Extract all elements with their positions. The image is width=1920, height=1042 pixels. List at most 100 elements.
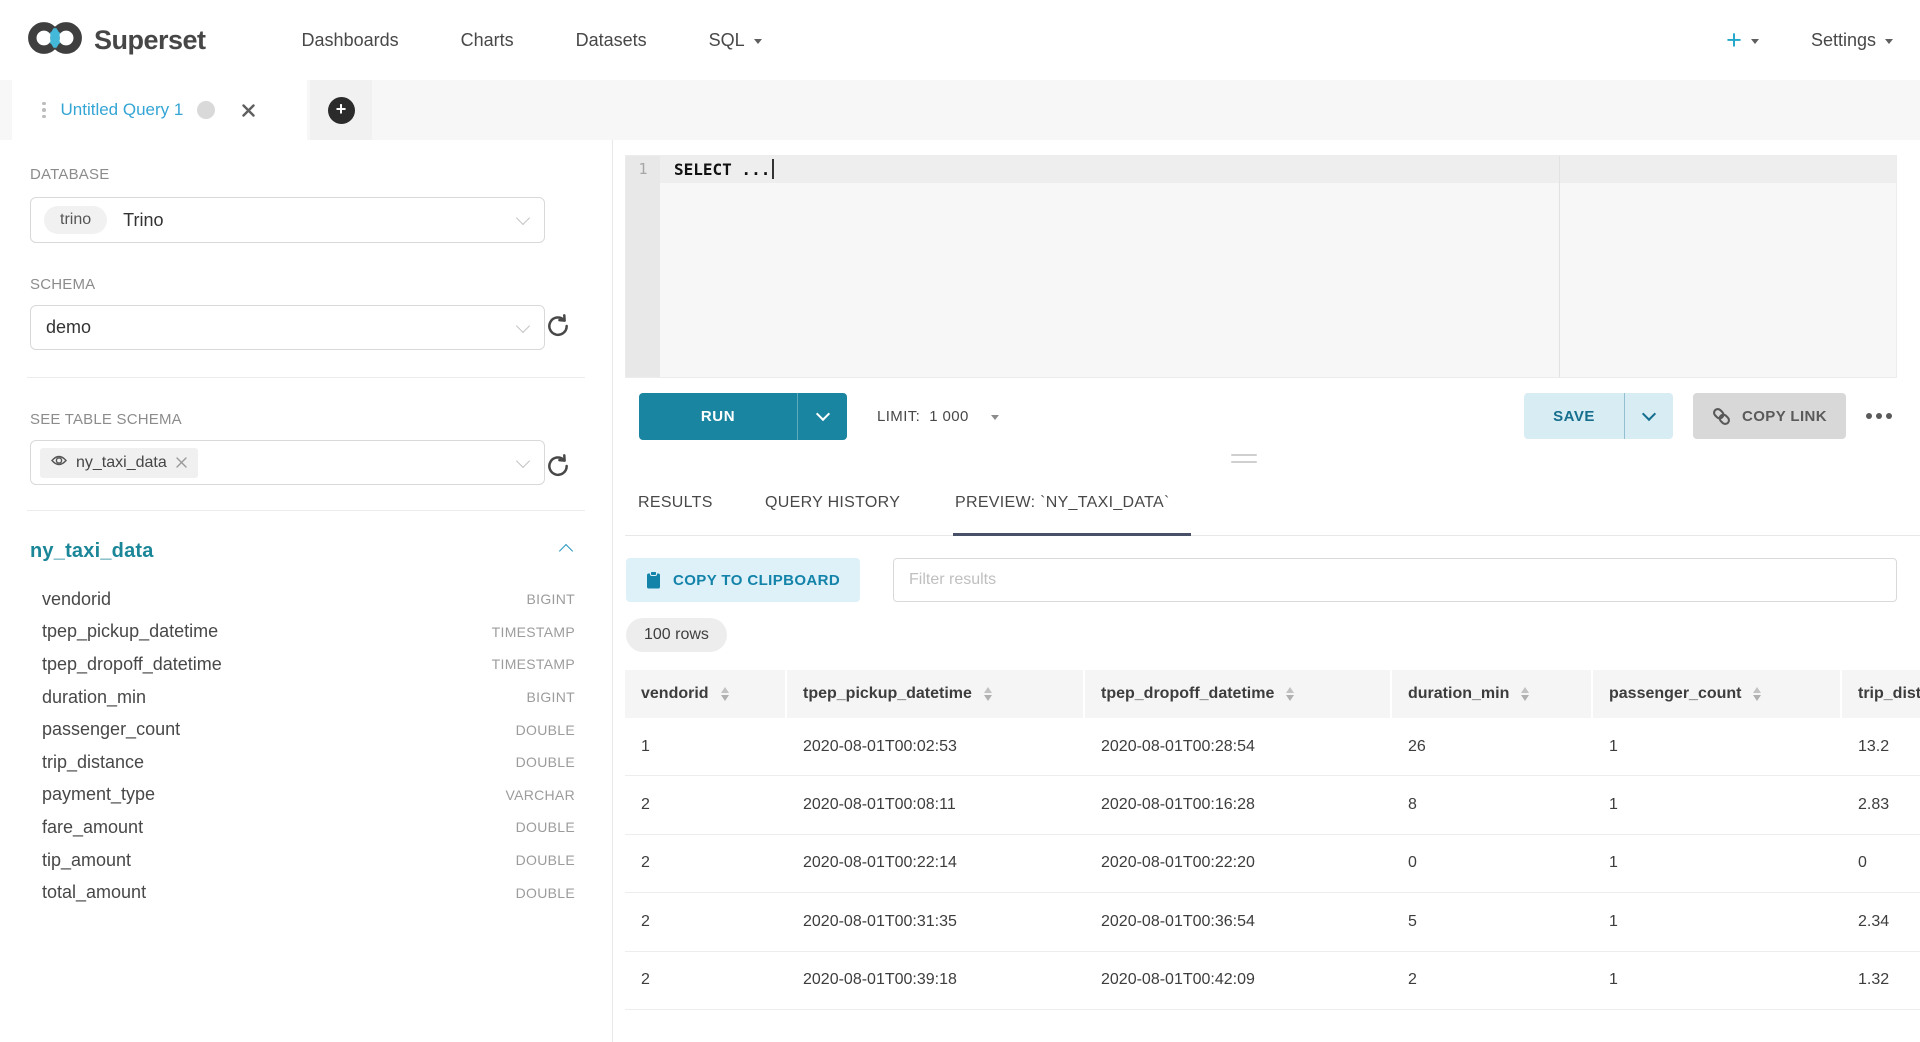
table-row: 1 2020-08-01T00:02:53 2020-08-01T00:28:5… xyxy=(625,718,1920,776)
table-cell: 1 xyxy=(625,718,787,775)
table-schema-title[interactable]: ny_taxi_data xyxy=(30,540,154,563)
table-cell: 1 xyxy=(1593,835,1842,892)
column-item[interactable]: passenger_count DOUBLE xyxy=(0,713,613,746)
column-item[interactable]: vendorid BIGINT xyxy=(0,583,613,616)
column-item[interactable]: fare_amount DOUBLE xyxy=(0,811,613,844)
save-options-button[interactable] xyxy=(1624,393,1673,439)
nav-sql[interactable]: SQL xyxy=(709,30,762,51)
database-select[interactable]: trino Trino xyxy=(30,197,545,243)
table-tag: ny_taxi_data xyxy=(40,448,198,478)
editor-toolbar: RUN LIMIT: 1 000 SAVE COPY LINK xyxy=(625,392,1897,440)
column-header[interactable]: tpep_dropoff_datetime xyxy=(1085,670,1392,718)
sql-editor-pane: 1 SELECT ... RUN LIMIT: 1 000 SAVE xyxy=(613,140,1920,1042)
sort-icon[interactable] xyxy=(1521,687,1529,702)
superset-logo[interactable]: Superset xyxy=(26,19,206,62)
nav-charts[interactable]: Charts xyxy=(461,30,514,51)
nav-dashboards[interactable]: Dashboards xyxy=(302,30,399,51)
filter-results-input[interactable] xyxy=(893,558,1897,602)
limit-value: 1 000 xyxy=(929,408,969,425)
table-cell: 2020-08-01T00:08:11 xyxy=(787,776,1085,833)
table-cell: 13.2 xyxy=(1842,718,1920,775)
tab-untitled-query[interactable]: Untitled Query 1 xyxy=(12,80,307,140)
tab-results[interactable]: RESULTS xyxy=(638,470,713,536)
column-header[interactable]: passenger_count xyxy=(1593,670,1842,718)
column-header[interactable]: duration_min xyxy=(1392,670,1593,718)
column-item[interactable]: duration_min BIGINT xyxy=(0,681,613,714)
chevron-down-icon xyxy=(516,318,530,332)
save-button[interactable]: SAVE xyxy=(1524,393,1624,439)
settings-menu[interactable]: Settings xyxy=(1811,30,1893,51)
close-icon[interactable] xyxy=(241,103,256,118)
table-cell: 2020-08-01T00:22:20 xyxy=(1085,835,1392,892)
table-cell: 1.32 xyxy=(1842,952,1920,1009)
table-cell: 1 xyxy=(1593,952,1842,1009)
grid-header-row: vendorid tpep_pickup_datetime tpep_dropo… xyxy=(625,670,1920,718)
refresh-table-icon[interactable] xyxy=(543,451,573,481)
copy-link-button[interactable]: COPY LINK xyxy=(1693,393,1846,439)
table-cell: 8 xyxy=(1392,776,1593,833)
tab-drag-handle-icon[interactable] xyxy=(42,102,46,119)
sort-icon[interactable] xyxy=(721,687,729,702)
link-icon xyxy=(1712,407,1731,426)
pane-resize-handle[interactable] xyxy=(1231,454,1257,463)
remove-table-icon[interactable] xyxy=(176,457,187,468)
column-item[interactable]: tip_amount DOUBLE xyxy=(0,844,613,877)
query-tab-strip: Untitled Query 1 + xyxy=(0,80,1920,140)
top-navbar: Superset Dashboards Charts Datasets SQL … xyxy=(0,0,1920,80)
database-value: Trino xyxy=(123,210,163,231)
chevron-down-icon xyxy=(516,453,530,467)
results-actions-row: COPY TO CLIPBOARD xyxy=(625,558,1910,602)
limit-dropdown[interactable]: LIMIT: 1 000 xyxy=(877,408,999,425)
table-schema-label: SEE TABLE SCHEMA xyxy=(30,411,182,428)
nav-right: + Settings xyxy=(1726,25,1920,56)
nav-datasets[interactable]: Datasets xyxy=(576,30,647,51)
column-item[interactable]: tpep_dropoff_datetime TIMESTAMP xyxy=(0,648,613,681)
caret-down-icon xyxy=(754,39,762,44)
column-header[interactable]: vendorid xyxy=(625,670,787,718)
refresh-schema-icon[interactable] xyxy=(543,311,573,341)
new-item-button[interactable]: + xyxy=(1726,25,1759,56)
table-cell: 0 xyxy=(1842,835,1920,892)
toolbar-right: SAVE COPY LINK xyxy=(1524,393,1897,439)
column-item[interactable]: tpep_pickup_datetime TIMESTAMP xyxy=(0,616,613,649)
table-cell: 2020-08-01T00:39:18 xyxy=(787,952,1085,1009)
tab-query-history[interactable]: QUERY HISTORY xyxy=(765,470,900,536)
column-item[interactable]: payment_type VARCHAR xyxy=(0,779,613,812)
run-options-button[interactable] xyxy=(797,393,847,440)
table-cell: 5 xyxy=(1392,893,1593,950)
add-query-tab-button[interactable]: + xyxy=(310,80,372,140)
print-margin-line xyxy=(1559,156,1560,377)
sort-icon[interactable] xyxy=(1753,687,1761,702)
active-tab-underline xyxy=(953,533,1191,536)
table-cell: 26 xyxy=(1392,718,1593,775)
table-tag-value: ny_taxi_data xyxy=(76,454,167,472)
table-cell: 2 xyxy=(625,893,787,950)
tab-preview-table[interactable]: PREVIEW: `NY_TAXI_DATA` xyxy=(955,470,1170,536)
column-item[interactable]: trip_distance DOUBLE xyxy=(0,746,613,779)
table-cell: 1 xyxy=(1593,718,1842,775)
caret-down-icon xyxy=(1885,39,1893,44)
more-options-icon[interactable] xyxy=(1862,407,1896,425)
save-button-group: SAVE xyxy=(1524,393,1673,439)
sql-code-editor[interactable]: 1 SELECT ... xyxy=(625,155,1897,378)
table-cell: 2 xyxy=(625,952,787,1009)
chevron-up-icon[interactable] xyxy=(553,540,579,566)
eye-icon xyxy=(51,454,67,472)
sort-icon[interactable] xyxy=(984,687,992,702)
run-button[interactable]: RUN xyxy=(639,393,797,440)
table-cell: 2020-08-01T00:31:35 xyxy=(787,893,1085,950)
caret-down-icon xyxy=(991,415,999,420)
column-header[interactable]: trip_distance xyxy=(1842,670,1920,718)
superset-logo-icon xyxy=(26,19,84,62)
column-item[interactable]: total_amount DOUBLE xyxy=(0,876,613,909)
column-header[interactable]: tpep_pickup_datetime xyxy=(787,670,1085,718)
table-schema-panel-header: ny_taxi_data xyxy=(0,540,613,570)
copy-to-clipboard-button[interactable]: COPY TO CLIPBOARD xyxy=(626,558,860,602)
limit-label: LIMIT: xyxy=(877,408,920,425)
code-line: SELECT ... xyxy=(674,159,774,179)
table-cell: 0 xyxy=(1392,835,1593,892)
sort-icon[interactable] xyxy=(1286,687,1294,702)
schema-select[interactable]: demo xyxy=(30,305,545,350)
table-cell: 2.83 xyxy=(1842,776,1920,833)
table-select[interactable]: ny_taxi_data xyxy=(30,440,545,485)
